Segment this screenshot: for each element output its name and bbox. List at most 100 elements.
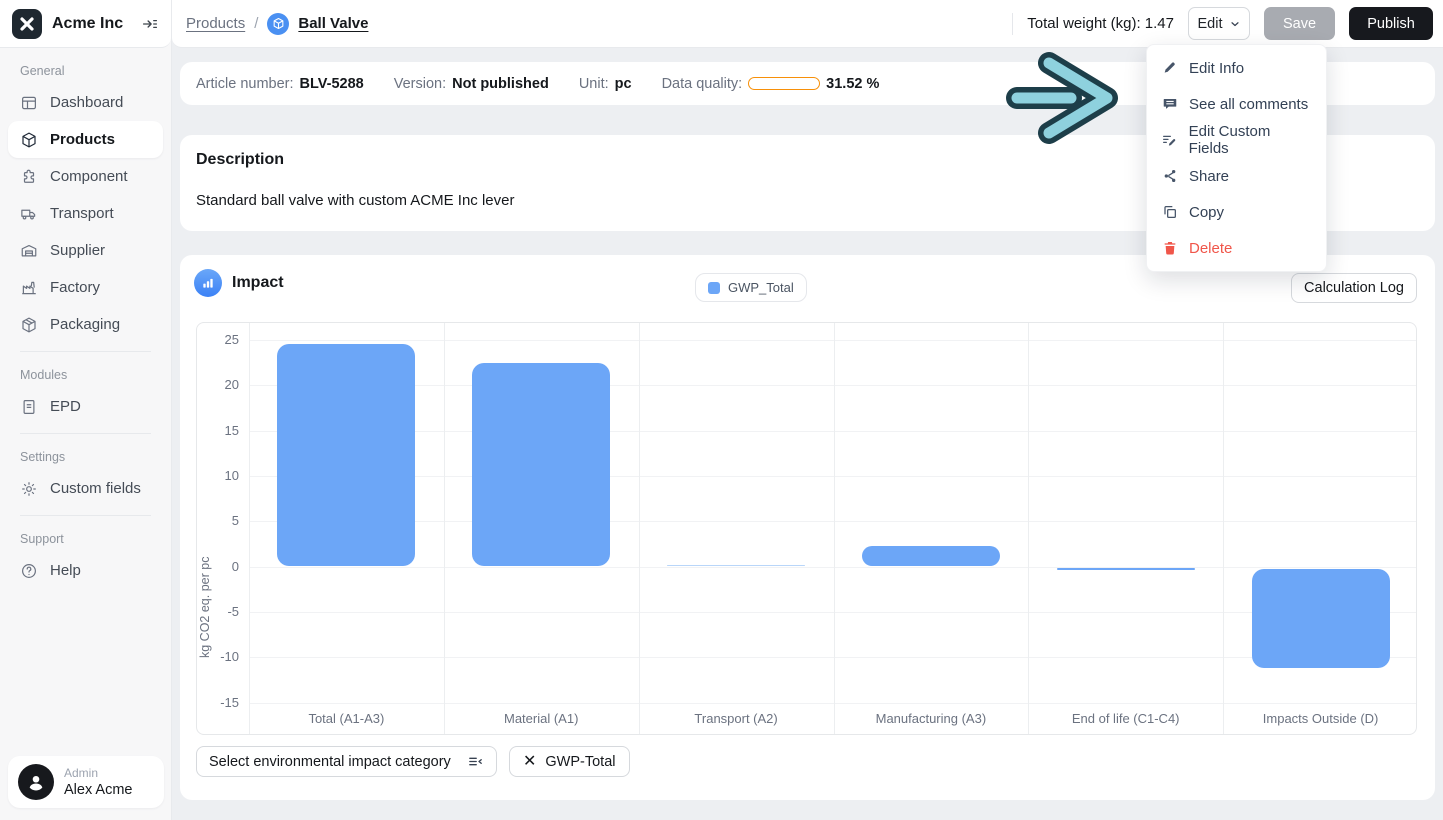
avatar xyxy=(18,764,54,800)
sidebar-item-label: Products xyxy=(50,131,116,148)
field-label: Version: xyxy=(393,75,447,92)
menu-item-share[interactable]: Share xyxy=(1147,158,1326,194)
publish-button-label: Publish xyxy=(1367,15,1415,32)
field-value: BLV-5288 xyxy=(299,75,364,92)
impact-category-select[interactable]: Select environmental impact category xyxy=(196,746,497,777)
bar-1 xyxy=(277,343,416,566)
data-quality-progressbar xyxy=(748,77,821,90)
list-collapse-icon xyxy=(469,757,482,766)
profile-role: Admin xyxy=(64,765,99,780)
x-category-label: Material (A1) xyxy=(503,711,579,726)
dashboard-icon xyxy=(20,94,38,112)
sidebar-item-dashboard[interactable]: Dashboard xyxy=(8,84,163,121)
menu-item-label: Edit Custom Fields xyxy=(1188,123,1271,157)
brand-name: Acme Inc xyxy=(52,14,124,32)
calculation-log-button[interactable]: Calculation Log xyxy=(1291,273,1417,303)
sidebar-item-label: Dashboard xyxy=(50,94,124,111)
brand: Acme Inc xyxy=(0,0,171,48)
sidebar-item-products[interactable]: Products xyxy=(8,121,163,158)
data-quality-percent: 31.52 % xyxy=(826,75,880,92)
bar-4 xyxy=(861,545,1000,566)
sidebar-item-label: Help xyxy=(50,562,81,579)
x-category-label: Total (A1-A3) xyxy=(308,711,385,726)
document-icon xyxy=(20,398,38,416)
sidebar-item-epd[interactable]: EPD xyxy=(8,388,163,425)
v-gridline xyxy=(638,323,640,734)
x-category-label: Impacts Outside (D) xyxy=(1262,711,1379,726)
menu-item-see-all-comments[interactable]: See all comments xyxy=(1147,86,1326,122)
y-tick-label: 10 xyxy=(224,468,239,483)
sidebar-item-custom-fields[interactable]: Custom fields xyxy=(8,470,163,507)
collapse-sidebar-icon[interactable] xyxy=(141,15,159,33)
menu-item-delete[interactable]: Delete xyxy=(1147,230,1326,266)
field-label: Data quality: xyxy=(661,75,743,92)
y-tick-label: 25 xyxy=(224,332,239,347)
y-axis-title: kg CO2 eq. per pc xyxy=(198,556,212,658)
sidebar-item-label: EPD xyxy=(50,398,81,415)
app: Acme Inc General Dashboard Products Comp… xyxy=(0,0,1443,820)
legend-gwp-total[interactable]: GWP_Total xyxy=(695,273,807,302)
v-gridline xyxy=(1223,323,1225,734)
legend-swatch xyxy=(708,281,720,294)
y-tick-label: 0 xyxy=(231,558,239,574)
x-category-label: End of life (C1-C4) xyxy=(1071,711,1180,726)
menu-item-copy[interactable]: Copy xyxy=(1147,194,1326,230)
gear-icon xyxy=(20,480,38,498)
menu-item-label: Edit Info xyxy=(1189,59,1245,77)
remove-chip-icon[interactable]: ✕ xyxy=(523,753,536,770)
publish-button[interactable]: Publish xyxy=(1349,7,1433,40)
topbar-actions: Total weight (kg): 1.47 Edit Save Publis… xyxy=(1012,7,1433,40)
warehouse-icon xyxy=(20,242,38,260)
article-number-field: Article number: BLV-5288 xyxy=(196,76,364,92)
x-category-label: Transport (A2) xyxy=(694,711,778,726)
sidebar-item-component[interactable]: Component xyxy=(8,158,163,195)
sidebar-item-transport[interactable]: Transport xyxy=(8,195,163,232)
divider xyxy=(20,515,151,516)
calculation-log-label: Calculation Log xyxy=(1304,280,1404,296)
share-icon xyxy=(1161,168,1178,184)
divider xyxy=(20,433,151,434)
menu-item-edit-info[interactable]: Edit Info xyxy=(1147,50,1326,86)
section-title-support: Support xyxy=(20,532,64,546)
breadcrumb-current[interactable]: Ball Valve xyxy=(298,15,368,32)
sidebar-nav: General Dashboard Products Component Tra… xyxy=(0,48,171,589)
version-field: Version: Not published xyxy=(394,76,549,92)
cube-icon xyxy=(20,131,38,149)
x-category-label: Manufacturing (A3) xyxy=(875,711,987,726)
sidebar-item-factory[interactable]: Factory xyxy=(8,269,163,306)
gwp-total-chip[interactable]: ✕ GWP-Total xyxy=(509,746,630,777)
user-profile[interactable]: Admin Alex Acme xyxy=(8,756,164,808)
sidebar-item-help[interactable]: Help xyxy=(8,552,163,589)
menu-item-label: Delete xyxy=(1189,239,1233,257)
trash-icon xyxy=(1161,240,1178,256)
unit-field: Unit: pc xyxy=(579,76,632,92)
sidebar-item-supplier[interactable]: Supplier xyxy=(8,232,163,269)
select-placeholder: Select environmental impact category xyxy=(209,753,451,770)
truck-icon xyxy=(20,205,38,223)
section-title-settings: Settings xyxy=(20,450,66,464)
y-tick-label: 20 xyxy=(224,377,239,393)
menu-item-edit-custom-fields[interactable]: Edit Custom Fields xyxy=(1147,122,1326,158)
profile-name: Alex Acme xyxy=(64,781,133,798)
data-quality-field: Data quality: 31.52 % xyxy=(662,76,880,92)
bar-2 xyxy=(472,362,611,566)
acme-logo xyxy=(12,8,42,39)
divider xyxy=(1012,12,1014,35)
sidebar-item-packaging[interactable]: Packaging xyxy=(8,306,163,343)
bar-5 xyxy=(1056,567,1195,570)
y-tick-label: -15 xyxy=(220,694,239,710)
edit-button[interactable]: Edit xyxy=(1188,7,1250,40)
menu-item-label: Copy xyxy=(1189,203,1225,221)
puzzle-icon xyxy=(20,168,38,186)
topbar: Products / Ball Valve Total weight (kg):… xyxy=(172,0,1443,48)
impact-chart-icon xyxy=(194,269,222,297)
section-title-general: General xyxy=(20,64,65,78)
v-gridline xyxy=(833,323,835,734)
breadcrumb-products-link[interactable]: Products xyxy=(186,15,245,32)
save-button[interactable]: Save xyxy=(1264,7,1335,40)
bar-3 xyxy=(667,564,806,567)
menu-item-label: See all comments xyxy=(1189,95,1309,113)
copy-icon xyxy=(1161,204,1178,220)
sidebar-item-label: Factory xyxy=(50,279,101,296)
save-button-label: Save xyxy=(1282,15,1317,32)
